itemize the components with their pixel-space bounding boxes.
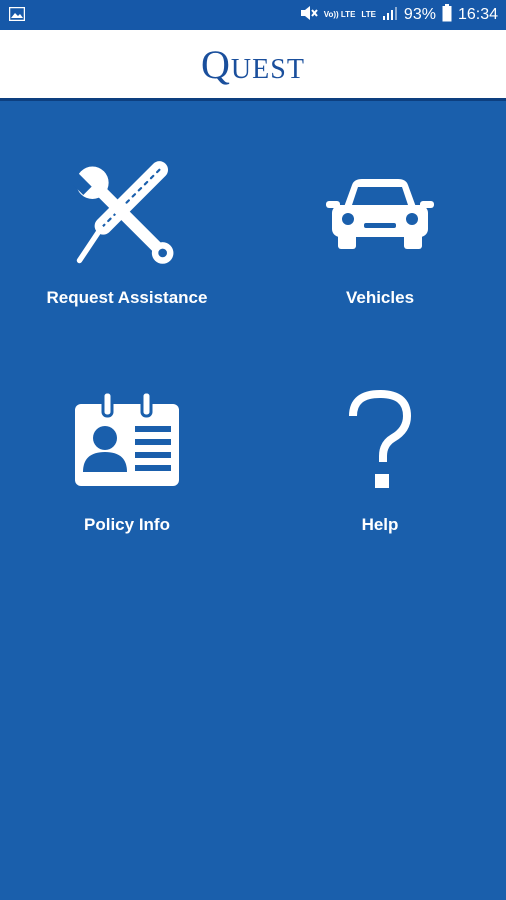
policy-info-tile[interactable]: Policy Info [17,377,237,535]
clock: 16:34 [457,6,498,23]
id-card-icon [73,390,181,493]
image-notification-icon [8,6,26,26]
mute-icon [300,5,318,26]
request-assistance-tile[interactable]: Request Assistance [17,150,237,308]
car-icon [326,177,434,254]
app-header: Quest [0,30,506,101]
help-tile[interactable]: Help [270,377,490,535]
lte-indicator: LTE [361,10,376,19]
help-label: Help [361,515,399,534]
status-bar: Vo)) LTE LTE 93% 16:34 [0,0,506,30]
help-icon [345,389,415,495]
battery-percent: 93% [403,6,436,23]
volte-indicator: Vo)) LTE [323,10,356,19]
tools-icon [66,159,181,272]
vehicles-label: Vehicles [345,288,415,307]
signal-icon [382,5,398,26]
vehicles-tile[interactable]: Vehicles [270,150,490,308]
policy-info-label: Policy Info [84,515,170,534]
battery-icon [442,3,452,27]
request-assistance-label: Request Assistance [46,288,208,307]
brand-logo: Quest [201,41,305,87]
